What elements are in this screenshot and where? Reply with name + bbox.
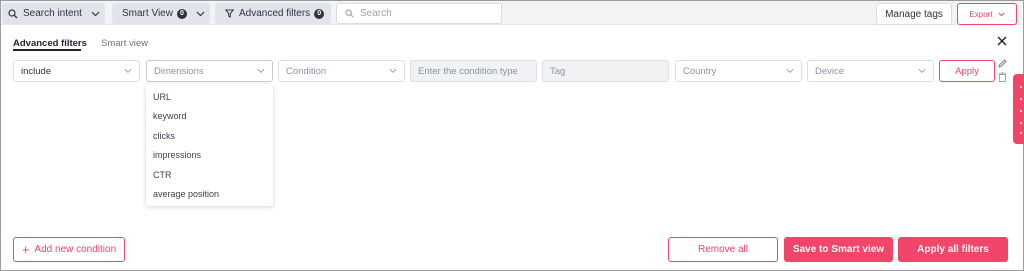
chevron-down-icon <box>196 11 205 17</box>
tag-field <box>542 60 669 82</box>
smart-view-count-badge: 0 <box>176 8 187 19</box>
search-input[interactable] <box>360 8 490 19</box>
save-to-smart-view-button[interactable]: Save to Smart view <box>784 237 893 262</box>
dropdown-option-keyword[interactable]: keyword <box>153 111 187 121</box>
chevron-down-icon <box>389 68 397 74</box>
condition-type-input[interactable] <box>418 65 528 77</box>
tag-input[interactable] <box>550 65 660 77</box>
dimensions-dropdown-menu: URL keyword clicks impressions CTR avera… <box>146 84 273 206</box>
include-value: include <box>21 65 52 77</box>
side-tab-dot <box>1020 98 1022 100</box>
chevron-down-icon <box>257 68 265 74</box>
side-tab-dot <box>1020 132 1022 134</box>
export-button[interactable]: Export <box>957 3 1017 25</box>
search-intent-label: Search intent <box>23 8 82 19</box>
manage-tags-button[interactable]: Manage tags <box>876 3 952 25</box>
chevron-down-icon <box>124 68 132 74</box>
apply-all-filters-button[interactable]: Apply all filters <box>898 237 1008 262</box>
smart-view-dropdown[interactable]: Smart View 0 <box>112 3 210 24</box>
include-select[interactable]: include <box>13 60 140 82</box>
advanced-filters-count-badge: 0 <box>314 8 325 19</box>
device-select[interactable]: Device <box>807 60 934 82</box>
side-panel-tab[interactable] <box>1013 74 1024 144</box>
country-placeholder: Country <box>683 65 717 77</box>
search-box <box>336 3 502 24</box>
advanced-filters-button[interactable]: Advanced filters 0 <box>215 3 331 24</box>
trash-icon[interactable] <box>998 72 1007 82</box>
search-icon <box>345 9 354 18</box>
condition-select[interactable]: Condition <box>278 60 405 82</box>
pencil-icon[interactable] <box>998 59 1007 68</box>
search-icon <box>8 8 18 18</box>
tab-smart-view[interactable]: Smart view <box>101 38 148 49</box>
advanced-filters-label: Advanced filters <box>239 8 311 19</box>
export-label: Export <box>969 9 993 19</box>
top-toolbar: Search intent Smart View 0 Advanced filt… <box>1 1 1022 25</box>
side-tab-dot <box>1020 110 1022 112</box>
side-tab-dot <box>1020 122 1022 124</box>
dimensions-select[interactable]: Dimensions <box>146 60 273 82</box>
search-intent-dropdown[interactable]: Search intent <box>2 3 105 24</box>
dropdown-option-ctr[interactable]: CTR <box>153 170 172 180</box>
smart-view-label: Smart View <box>122 8 173 19</box>
plus-icon: + <box>21 242 30 257</box>
add-new-condition-button[interactable]: + Add new condition <box>13 237 125 262</box>
dropdown-option-impressions[interactable]: impressions <box>153 150 201 160</box>
chevron-down-icon <box>918 68 926 74</box>
active-tab-indicator <box>13 49 81 51</box>
funnel-icon <box>225 9 234 18</box>
apply-button[interactable]: Apply <box>939 60 995 82</box>
add-new-condition-label: Add new condition <box>34 244 117 255</box>
dimensions-placeholder: Dimensions <box>154 65 204 77</box>
dropdown-option-url[interactable]: URL <box>153 92 171 102</box>
chevron-down-icon <box>997 12 1005 16</box>
condition-placeholder: Condition <box>286 65 327 77</box>
tab-advanced-filters[interactable]: Advanced filters <box>13 38 87 49</box>
country-select[interactable]: Country <box>675 60 802 82</box>
side-tab-dot <box>1020 86 1022 88</box>
chevron-down-icon <box>786 68 794 74</box>
condition-type-field <box>410 60 537 82</box>
close-icon[interactable] <box>995 34 1009 48</box>
remove-all-button[interactable]: Remove all <box>668 237 778 262</box>
dropdown-option-average-position[interactable]: average position <box>153 189 219 199</box>
chevron-down-icon <box>91 11 100 17</box>
dropdown-option-clicks[interactable]: clicks <box>153 131 175 141</box>
device-placeholder: Device <box>815 65 845 77</box>
